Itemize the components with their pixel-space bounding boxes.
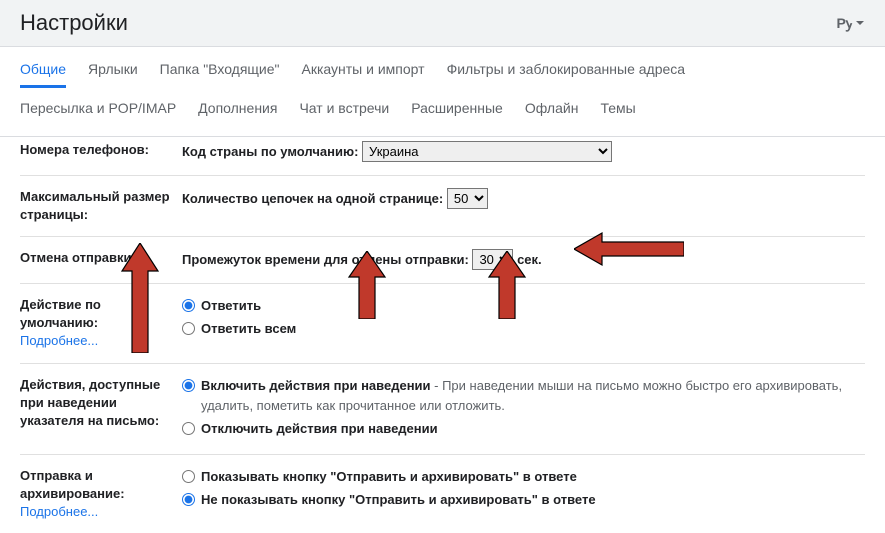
row-body: Показывать кнопку "Отправить и архивиров… xyxy=(182,467,865,522)
row-label: Отправка и архивирование: Подробнее... xyxy=(20,467,170,522)
page-title: Настройки xyxy=(20,10,128,36)
settings-tabs: Общие Ярлыки Папка "Входящие" Аккаунты и им… xyxy=(0,47,885,124)
row-hover-actions: Действия, доступные при наведении указат… xyxy=(20,364,865,455)
radio-label: Ответить всем xyxy=(201,319,296,340)
input-tools-button[interactable]: Рꭚ xyxy=(837,14,865,33)
row-label: Номера телефонов: xyxy=(20,141,170,163)
radio-option: Отключить действия при наведении xyxy=(182,419,865,440)
radio-input[interactable] xyxy=(182,322,195,335)
radio-label: Ответить xyxy=(201,296,261,317)
undo-seconds-label: сек. xyxy=(517,252,542,267)
phone-country-label: Код страны по умолчанию: xyxy=(182,144,358,159)
settings-header: Настройки Рꭚ xyxy=(0,0,885,47)
radio-label: Показывать кнопку "Отправить и архивиров… xyxy=(201,467,577,488)
row-phone-numbers: Номера телефонов: Код страны по умолчани… xyxy=(20,137,865,176)
row-page-size: Максимальный размер страницы: Количество… xyxy=(20,176,865,237)
settings-content: Номера телефонов: Код страны по умолчани… xyxy=(0,136,885,533)
radio-input[interactable] xyxy=(182,493,195,506)
tab-r2-5[interactable]: Темы xyxy=(600,100,635,124)
row-body: Промежуток времени для отмены отправки: … xyxy=(182,249,865,271)
radio-input[interactable] xyxy=(182,470,195,483)
row-body: Количество цепочек на одной странице: 50 xyxy=(182,188,865,224)
row-default-reply: Действие по умолчанию: Подробнее... Отве… xyxy=(20,284,865,364)
row-label: Максимальный размер страницы: xyxy=(20,188,170,224)
tab-r2-3[interactable]: Расширенные xyxy=(411,100,503,124)
radio-label: Включить действия при наведении xyxy=(201,378,431,393)
row-label: Отмена отправки: xyxy=(20,249,170,271)
radio-option: Ответить всем xyxy=(182,319,865,340)
row-label: Действия, доступные при наведении указат… xyxy=(20,376,170,442)
undo-period-select[interactable]: 30 xyxy=(472,249,513,270)
page-size-select[interactable]: 50 xyxy=(447,188,488,209)
row-label: Действие по умолчанию: Подробнее... xyxy=(20,296,170,351)
country-select[interactable]: Украина xyxy=(362,141,612,162)
learn-more-link[interactable]: Подробнее... xyxy=(20,333,98,348)
radio-option: Ответить xyxy=(182,296,865,317)
tab-1[interactable]: Ярлыки xyxy=(88,61,138,88)
radio-option: Не показывать кнопку "Отправить и архиви… xyxy=(182,490,865,511)
row-body: ОтветитьОтветить всем xyxy=(182,296,865,351)
page-size-label: Количество цепочек на одной странице: xyxy=(182,191,443,206)
tab-2[interactable]: Папка "Входящие" xyxy=(160,61,280,88)
row-body: Код страны по умолчанию: Украина xyxy=(182,141,865,163)
row-body: Включить действия при наведении - При на… xyxy=(182,376,865,442)
tab-r2-2[interactable]: Чат и встречи xyxy=(299,100,389,124)
radio-input[interactable] xyxy=(182,299,195,312)
tab-r2-1[interactable]: Дополнения xyxy=(198,100,277,124)
tab-r2-4[interactable]: Офлайн xyxy=(525,100,579,124)
radio-option: Показывать кнопку "Отправить и архивиров… xyxy=(182,467,865,488)
tab-4[interactable]: Фильтры и заблокированные адреса xyxy=(447,61,686,88)
learn-more-link[interactable]: Подробнее... xyxy=(20,504,98,519)
radio-label: Отключить действия при наведении xyxy=(201,421,438,436)
radio-label: Не показывать кнопку "Отправить и архиви… xyxy=(201,490,596,511)
radio-option: Включить действия при наведении - При на… xyxy=(182,376,865,418)
row-undo-send: Отмена отправки: Промежуток времени для … xyxy=(20,237,865,284)
row-send-archive: Отправка и архивирование: Подробнее... П… xyxy=(20,455,865,533)
tab-0[interactable]: Общие xyxy=(20,61,66,88)
radio-input[interactable] xyxy=(182,422,195,435)
undo-label: Промежуток времени для отмены отправки: xyxy=(182,252,469,267)
tab-3[interactable]: Аккаунты и импорт xyxy=(302,61,425,88)
tab-r2-0[interactable]: Пересылка и POP/IMAP xyxy=(20,100,176,124)
radio-input[interactable] xyxy=(182,379,195,392)
lang-label: Рꭚ xyxy=(837,14,853,33)
chevron-down-icon xyxy=(855,18,865,28)
